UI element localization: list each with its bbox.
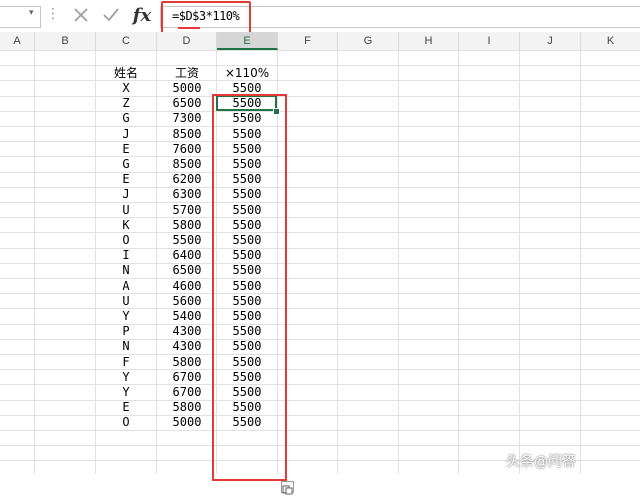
col-header-g[interactable]: G <box>338 32 399 50</box>
name-cell[interactable]: N <box>96 263 156 278</box>
name-cell[interactable]: E <box>96 400 156 415</box>
salary-cell[interactable]: 4300 <box>157 339 217 354</box>
column-headers: A B C D E F G H I J K <box>0 32 640 51</box>
salary-cell[interactable]: 6700 <box>157 370 217 385</box>
result-highlight-annotation <box>212 94 287 481</box>
salary-cell[interactable]: 6500 <box>157 96 217 111</box>
col-header-h[interactable]: H <box>399 32 459 50</box>
name-cell[interactable]: P <box>96 324 156 339</box>
salary-cell[interactable]: 4600 <box>157 279 217 294</box>
header-salary-cell[interactable]: 工资 <box>157 66 217 81</box>
name-cell[interactable]: G <box>96 111 156 126</box>
salary-cell[interactable]: 5800 <box>157 400 217 415</box>
salary-cell[interactable]: 5600 <box>157 294 217 309</box>
salary-cell[interactable]: 6200 <box>157 172 217 187</box>
salary-cell[interactable]: 6400 <box>157 248 217 263</box>
col-header-k[interactable]: K <box>581 32 640 50</box>
formula-bar: ▾ ⋮ fx =$D$3*110% <box>0 0 640 33</box>
col-header-a[interactable]: A <box>0 32 35 50</box>
sheet-grid[interactable]: 姓名 工资 ×110% X 5000 5500 Z 6500 5500 G 7300 5500 J 850… <box>0 50 640 495</box>
paste-options-icon[interactable] <box>281 481 294 495</box>
col-header-i[interactable]: I <box>459 32 520 50</box>
name-cell[interactable]: Y <box>96 370 156 385</box>
insert-function-icon[interactable]: fx <box>129 2 155 28</box>
name-cell[interactable]: J <box>96 127 156 142</box>
name-cell[interactable]: A <box>96 279 156 294</box>
name-cell[interactable]: U <box>96 203 156 218</box>
name-cell[interactable]: G <box>96 157 156 172</box>
name-cell[interactable]: E <box>96 172 156 187</box>
salary-cell[interactable]: 5700 <box>157 203 217 218</box>
name-cell[interactable]: E <box>96 142 156 157</box>
gridline-h <box>0 445 640 447</box>
salary-cell[interactable]: 5500 <box>157 233 217 248</box>
cancel-icon[interactable] <box>68 2 94 28</box>
salary-cell[interactable]: 6300 <box>157 187 217 202</box>
name-cell[interactable]: Y <box>96 309 156 324</box>
name-cell[interactable]: J <box>96 187 156 202</box>
name-cell[interactable]: O <box>96 233 156 248</box>
salary-cell[interactable]: 5400 <box>157 309 217 324</box>
name-cell[interactable]: Y <box>96 385 156 400</box>
salary-cell[interactable]: 5000 <box>157 415 217 430</box>
name-cell[interactable]: F <box>96 355 156 370</box>
more-icon[interactable]: ⋮ <box>46 6 60 22</box>
name-cell[interactable]: O <box>96 415 156 430</box>
col-header-b[interactable]: B <box>35 32 96 50</box>
salary-cell[interactable]: 5000 <box>157 81 217 96</box>
col-header-d[interactable]: D <box>157 32 217 50</box>
checkmark-icon[interactable] <box>98 2 124 28</box>
salary-cell[interactable]: 7600 <box>157 142 217 157</box>
col-header-e[interactable]: E <box>217 32 278 50</box>
salary-cell[interactable]: 5800 <box>157 355 217 370</box>
salary-cell[interactable]: 6700 <box>157 385 217 400</box>
col-header-f[interactable]: F <box>278 32 338 50</box>
salary-cell[interactable]: 4300 <box>157 324 217 339</box>
header-name-cell[interactable]: 姓名 <box>96 66 156 81</box>
watermark: 头条@问答 <box>506 454 576 470</box>
name-box[interactable] <box>0 6 41 28</box>
name-cell[interactable]: I <box>96 248 156 263</box>
name-cell[interactable]: U <box>96 294 156 309</box>
gridline-h <box>0 50 640 51</box>
salary-cell[interactable]: 8500 <box>157 157 217 172</box>
col-header-c[interactable]: C <box>96 32 157 50</box>
salary-cell[interactable]: 5800 <box>157 218 217 233</box>
name-cell[interactable]: K <box>96 218 156 233</box>
salary-cell[interactable]: 6500 <box>157 263 217 278</box>
col-header-j[interactable]: J <box>520 32 581 50</box>
name-cell[interactable]: N <box>96 339 156 354</box>
name-cell[interactable]: X <box>96 81 156 96</box>
name-cell[interactable]: Z <box>96 96 156 111</box>
chevron-down-icon[interactable]: ▾ <box>29 7 34 18</box>
header-result-cell[interactable]: ×110% <box>217 66 277 81</box>
salary-cell[interactable]: 7300 <box>157 111 217 126</box>
salary-cell[interactable]: 8500 <box>157 127 217 142</box>
